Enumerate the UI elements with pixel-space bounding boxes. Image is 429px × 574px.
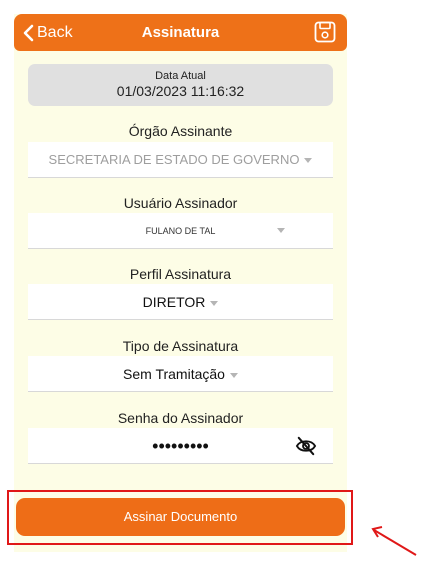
- tipo-select-value-wrap: Sem Tramitação: [28, 356, 333, 392]
- floppy-disk-icon[interactable]: [313, 20, 337, 44]
- perfil-label: Perfil Assinatura: [129, 266, 232, 282]
- caret-down-icon: [277, 228, 285, 233]
- usuario-select[interactable]: FULANO DE TAL: [28, 213, 333, 249]
- orgao-select-value-wrap: SECRETARIA DE ESTADO DE GOVERNO: [28, 142, 333, 178]
- assinar-documento-button[interactable]: Assinar Documento: [16, 498, 345, 536]
- back-label: Back: [37, 23, 73, 41]
- password-masked-value: •••••••••: [152, 436, 209, 456]
- password-field[interactable]: •••••••••: [28, 428, 333, 464]
- back-button[interactable]: Back: [22, 14, 73, 51]
- caret-down-icon: [304, 158, 313, 164]
- usuario-select-value: FULANO DE TAL: [145, 226, 216, 236]
- tipo-label: Tipo de Assinatura: [122, 338, 239, 354]
- orgao-select[interactable]: SECRETARIA DE ESTADO DE GOVERNO: [28, 142, 333, 178]
- orgao-select-value: SECRETARIA DE ESTADO DE GOVERNO: [48, 152, 300, 167]
- current-date-label: Data Atual: [155, 70, 206, 82]
- eye-slash-icon[interactable]: [295, 436, 317, 456]
- orgao-label: Órgão Assinante: [128, 123, 233, 139]
- caret-down-icon: [229, 372, 238, 378]
- senha-label: Senha do Assinador: [117, 410, 244, 426]
- annotation-arrow-icon: [371, 526, 417, 556]
- perfil-select[interactable]: DIRETOR: [28, 284, 333, 320]
- navigation-bar: Back Assinatura: [14, 14, 347, 51]
- chevron-left-icon: [23, 24, 34, 41]
- current-date-value: 01/03/2023 11:16:32: [116, 83, 245, 99]
- tipo-select-value: Sem Tramitação: [123, 366, 225, 382]
- current-date-panel: Data Atual 01/03/2023 11:16:32: [28, 64, 333, 106]
- caret-down-icon: [210, 300, 219, 306]
- perfil-select-value: DIRETOR: [142, 294, 206, 310]
- usuario-label: Usuário Assinador: [123, 195, 238, 211]
- tipo-select[interactable]: Sem Tramitação: [28, 356, 333, 392]
- perfil-select-value-wrap: DIRETOR: [28, 284, 333, 320]
